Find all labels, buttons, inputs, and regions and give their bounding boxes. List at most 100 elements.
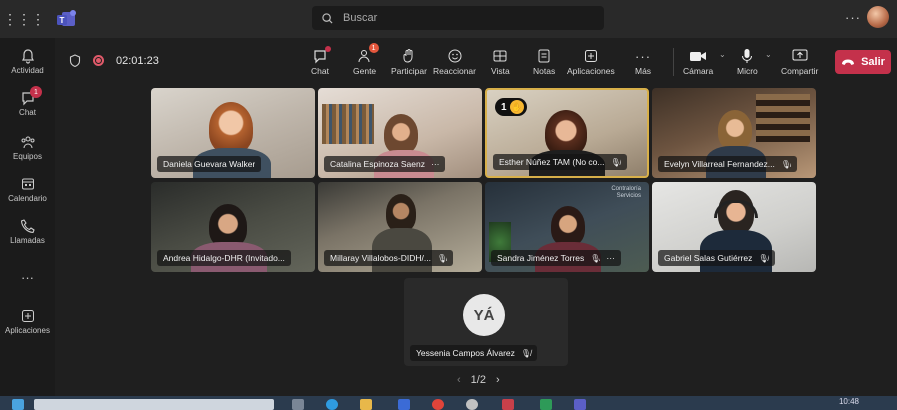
teams-taskbar-icon[interactable] xyxy=(574,399,586,410)
chrome-icon[interactable] xyxy=(432,399,444,410)
notes-icon xyxy=(538,49,550,63)
hang-up-icon xyxy=(842,59,855,65)
meeting-timer: 02:01:23 xyxy=(116,54,159,67)
more-label: Más xyxy=(635,66,652,76)
rail-item-apps[interactable]: Aplicaciones xyxy=(0,308,55,335)
raised-hand-badge: 1 ✋ xyxy=(495,98,527,116)
share-label: Compartir xyxy=(781,66,819,76)
mic-muted-icon: 🎙︎̸ xyxy=(590,253,601,263)
mic-muted-icon: 🎙︎̸ xyxy=(520,348,532,358)
participant-tile[interactable]: Catalina Espinoza Saenz ··· xyxy=(318,88,482,178)
search-input[interactable]: Buscar xyxy=(312,6,604,30)
system-clock: 10:48 xyxy=(838,397,859,406)
task-view-icon[interactable] xyxy=(292,399,304,410)
raise-hand-button[interactable]: Participar xyxy=(391,46,427,76)
smiley-icon xyxy=(448,49,461,63)
participant-more-icon[interactable]: ··· xyxy=(606,253,615,263)
previous-page-icon[interactable]: ‹ xyxy=(457,374,461,386)
chat-badge: 1 xyxy=(30,86,42,98)
excel-icon[interactable] xyxy=(540,399,552,410)
participant-tile[interactable]: Daniela Guevara Walker xyxy=(151,88,315,178)
participant-name: Daniela Guevara Walker xyxy=(163,159,256,169)
rail-item-activity[interactable]: Actividad xyxy=(0,48,55,75)
view-button[interactable]: Vista xyxy=(491,46,510,76)
raised-hand-icon: ✋ xyxy=(509,100,524,114)
chat-unread-dot xyxy=(324,46,331,52)
phone-icon xyxy=(20,219,35,234)
participant-tile[interactable]: Evelyn Villarreal Fernandez... 🎙︎̸ xyxy=(652,88,816,178)
participant-name-tag: Daniela Guevara Walker xyxy=(157,156,262,172)
participant-name-tag: Evelyn Villarreal Fernandez... 🎙︎̸ xyxy=(658,156,798,172)
participant-name: Esther Núñez TAM (No co... xyxy=(499,157,605,167)
outlook-icon[interactable] xyxy=(398,399,410,410)
rail-item-teams[interactable]: Equipos xyxy=(0,134,55,161)
svg-text:T: T xyxy=(60,16,65,25)
rail-more-icon[interactable]: ··· xyxy=(0,270,55,285)
meeting-toolbar: 02:01:23 Chat 1 Gente Participar Reaccio… xyxy=(55,38,897,88)
mic-muted-icon: 🎙︎̸ xyxy=(610,157,621,167)
apps-button[interactable]: Aplicaciones xyxy=(567,46,615,76)
apps-label: Aplicaciones xyxy=(567,66,615,76)
camera-label: Cámara xyxy=(683,66,714,76)
participant-name: Evelyn Villarreal Fernandez... xyxy=(664,159,775,169)
recording-icon xyxy=(93,55,104,66)
start-icon[interactable] xyxy=(12,399,24,410)
react-button[interactable]: Reaccionar xyxy=(433,46,476,76)
participant-tile-active[interactable]: 1 ✋ Esther Núñez TAM (No co... 🎙︎̸ xyxy=(485,88,649,178)
toolbar-divider xyxy=(673,48,674,76)
participant-name-tag: Millaray Villalobos-DIDH/... 🎙︎̸ xyxy=(324,250,454,266)
rail-item-calendar[interactable]: Calendario xyxy=(0,176,55,203)
people-button[interactable]: 1 Gente xyxy=(353,43,379,76)
notes-label: Notas xyxy=(533,66,556,76)
mic-muted-icon: 🎙︎̸ xyxy=(436,253,448,263)
view-label: Vista xyxy=(491,66,510,76)
powerpoint-icon[interactable] xyxy=(502,399,514,410)
share-screen-icon xyxy=(792,49,808,61)
grid-view-icon xyxy=(493,50,507,62)
rail-item-label: Llamadas xyxy=(10,236,45,245)
participant-tile[interactable]: Gabriel Salas Gutiérrez 🎙︎̸ xyxy=(652,182,816,272)
microphone-icon xyxy=(742,49,753,63)
shield-icon[interactable] xyxy=(69,54,81,67)
more-icon: ··· xyxy=(635,48,652,64)
chat-button[interactable]: Chat xyxy=(311,46,331,76)
react-label: Reaccionar xyxy=(433,66,476,76)
app-rail: Actividad 1 Chat Equipos Calendario Llam… xyxy=(0,38,55,396)
rail-item-label: Calendario xyxy=(8,194,47,203)
rail-item-label: Chat xyxy=(19,108,36,117)
mic-button[interactable]: Micro xyxy=(737,46,758,76)
mic-label: Micro xyxy=(737,66,758,76)
share-button[interactable]: Compartir xyxy=(781,46,818,76)
participant-name: Sandra Jiménez Torres xyxy=(497,253,585,263)
participant-tile[interactable]: Millaray Villalobos-DIDH/... 🎙︎̸ xyxy=(318,182,482,272)
audio-participant-tile[interactable]: YÁ Yessenia Campos Álvarez 🎙︎̸ xyxy=(404,278,568,366)
camera-button[interactable]: Cámara xyxy=(683,46,713,76)
teams-logo-icon: T xyxy=(56,9,78,29)
leave-button[interactable]: Salir xyxy=(835,50,891,74)
raised-hand-order: 1 xyxy=(501,101,507,113)
participant-more-icon[interactable]: ··· xyxy=(431,159,440,169)
notes-button[interactable]: Notas xyxy=(533,46,555,76)
more-button[interactable]: ··· Más xyxy=(635,46,652,77)
mic-options-chevron-icon[interactable]: ⌄ xyxy=(765,50,772,59)
title-bar: ⋮⋮⋮ T Buscar ··· xyxy=(0,0,897,38)
camera-options-chevron-icon[interactable]: ⌄ xyxy=(719,50,726,59)
more-options-icon[interactable]: ··· xyxy=(845,10,861,25)
rail-item-calls[interactable]: Llamadas xyxy=(0,218,55,245)
file-explorer-icon[interactable] xyxy=(360,399,372,410)
rail-item-chat[interactable]: 1 Chat xyxy=(0,86,55,117)
participant-name-tag: Catalina Espinoza Saenz ··· xyxy=(324,156,446,172)
participant-tile[interactable]: Contraloría Servicios Sandra Jiménez Torr… xyxy=(485,182,649,272)
people-badge: 1 xyxy=(368,43,379,53)
taskbar-search-input[interactable] xyxy=(34,399,274,410)
participant-name: Gabriel Salas Gutiérrez xyxy=(664,253,753,263)
participant-name-tag: Yessenia Campos Álvarez 🎙︎̸ xyxy=(410,345,538,361)
next-page-icon[interactable]: › xyxy=(496,374,500,386)
wall-sign-line: Servicios xyxy=(616,193,641,199)
app-launcher-icon[interactable]: ⋮⋮⋮ xyxy=(3,9,45,29)
participant-tile[interactable]: Andrea Hidalgo-DHR (Invitado... xyxy=(151,182,315,272)
participant-name-tag: Gabriel Salas Gutiérrez 🎙︎̸ xyxy=(658,250,775,266)
app-icon[interactable] xyxy=(466,399,478,410)
edge-icon[interactable] xyxy=(326,399,338,410)
user-avatar[interactable] xyxy=(867,6,889,28)
